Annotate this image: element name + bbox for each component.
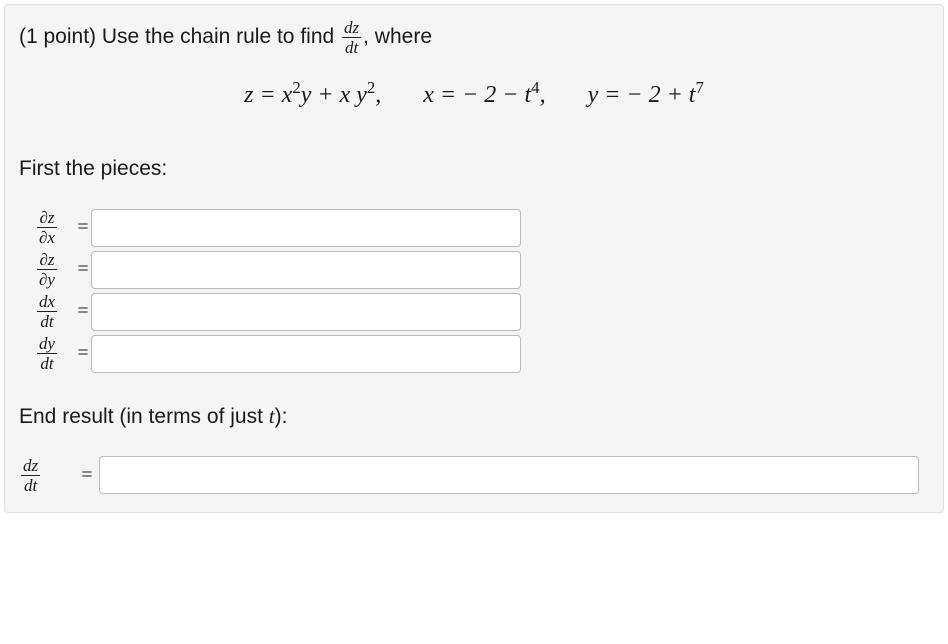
- equals-sign: =: [75, 216, 91, 239]
- eq-x: x = − 2 − t4,: [423, 82, 545, 108]
- label-dz-dx: ∂z∂x: [19, 209, 75, 246]
- input-dy-dt[interactable]: [91, 335, 521, 373]
- points-label: (1 point): [19, 25, 102, 48]
- label-dz-dt-final: dzdt: [19, 457, 75, 494]
- final-row: dzdt =: [19, 456, 929, 494]
- eq-z: z = x2y + x y2,: [244, 82, 381, 108]
- prompt-text-before: Use the chain rule to find: [102, 25, 340, 48]
- equals-sign: =: [79, 464, 95, 487]
- problem-prompt: (1 point) Use the chain rule to find dzd…: [19, 19, 929, 56]
- input-dz-dt-final[interactable]: [99, 456, 919, 494]
- input-dx-dt[interactable]: [91, 293, 521, 331]
- equals-sign: =: [75, 258, 91, 281]
- section-pieces-header: First the pieces:: [19, 153, 929, 185]
- problem-panel: (1 point) Use the chain rule to find dzd…: [4, 4, 944, 513]
- equals-sign: =: [75, 300, 91, 323]
- equals-sign: =: [75, 342, 91, 365]
- equation-display: z = x2y + x y2, x = − 2 − t4, y = − 2 + …: [19, 82, 929, 109]
- dz-dt-frac-inline: dzdt: [342, 19, 361, 56]
- section-end-header: End result (in terms of just t):: [19, 401, 929, 433]
- label-dy-dt: dydt: [19, 335, 75, 372]
- eq-y: y = − 2 + t7: [588, 82, 704, 108]
- input-dz-dy[interactable]: [91, 251, 521, 289]
- label-dz-dy: ∂z∂y: [19, 251, 75, 288]
- prompt-text-after: , where: [363, 25, 432, 48]
- label-dx-dt: dxdt: [19, 293, 75, 330]
- pieces-grid: ∂z∂x = ∂z∂y = dxdt = dydt =: [19, 209, 929, 373]
- input-dz-dx[interactable]: [91, 209, 521, 247]
